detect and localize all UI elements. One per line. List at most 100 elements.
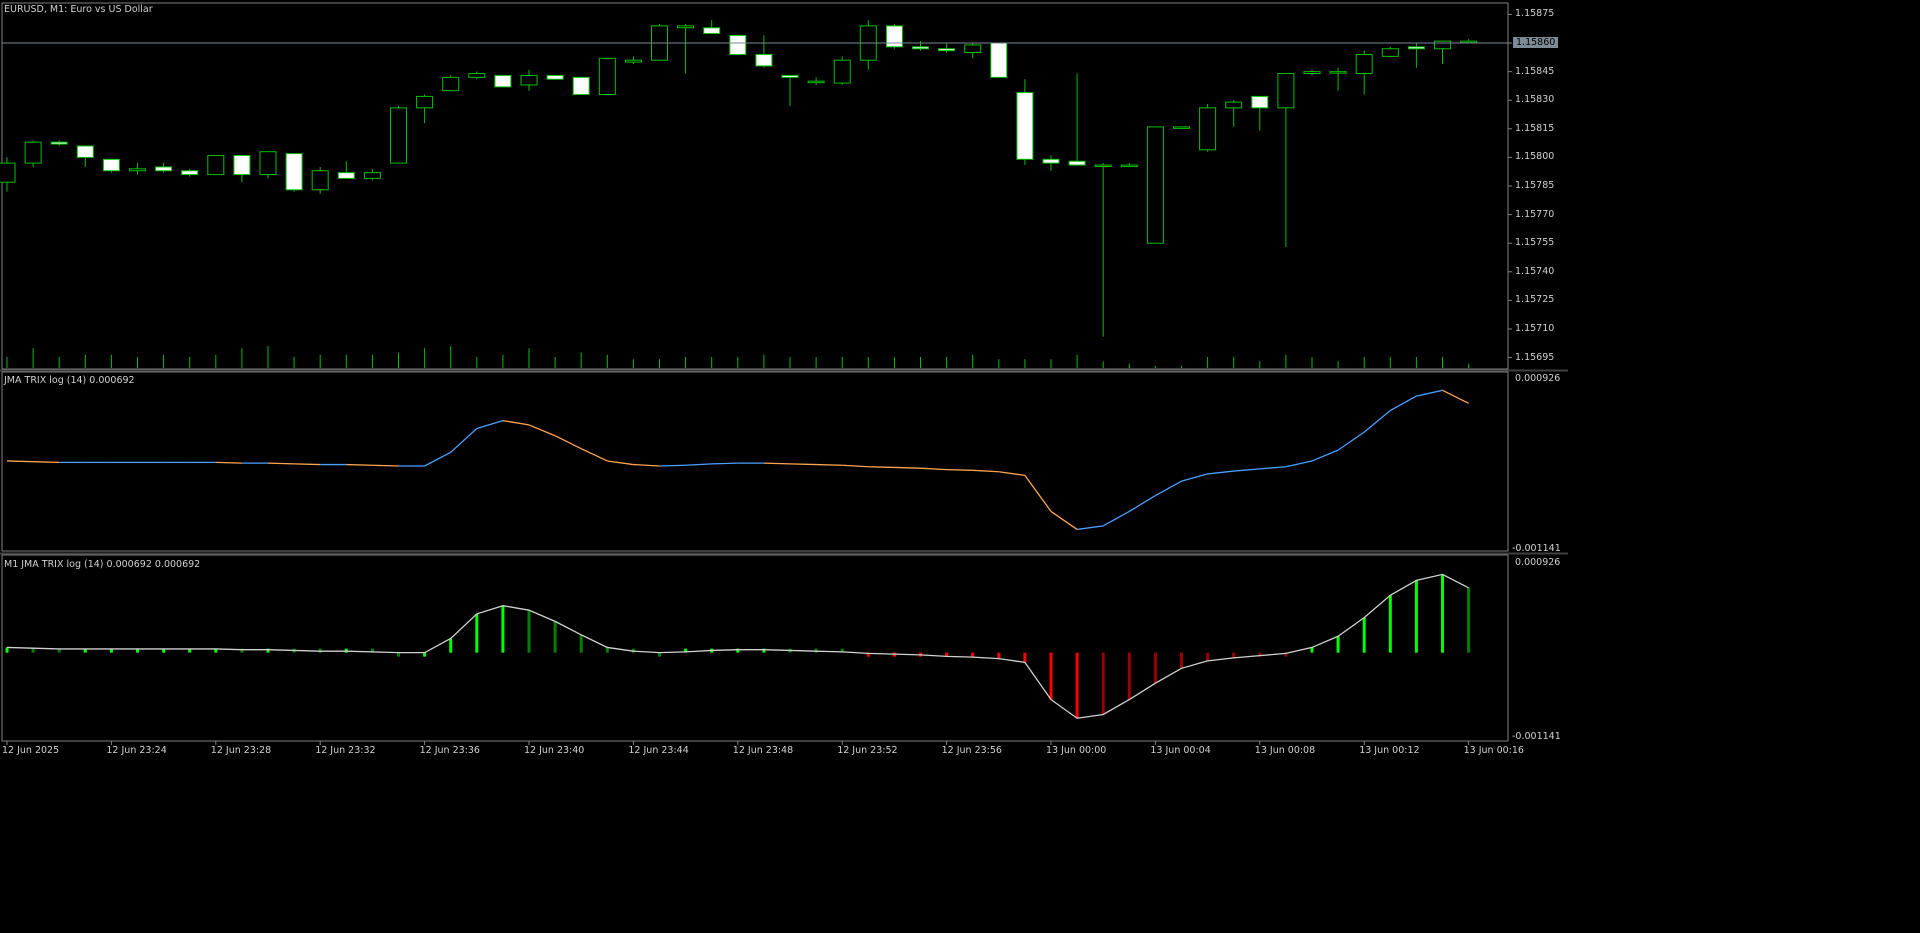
- trix-segment: [659, 464, 686, 467]
- candle-body: [546, 74, 564, 80]
- candle-body: [729, 34, 747, 55]
- price-tick-label: 1.15800: [1515, 151, 1555, 163]
- candle-body: [1016, 92, 1034, 160]
- candle-body: [912, 46, 929, 50]
- price-tick-label: 1.15830: [1515, 94, 1555, 106]
- time-tick-label: 12 Jun 23:44: [628, 745, 689, 756]
- histogram-bar: [553, 621, 557, 653]
- candle-body: [1407, 46, 1425, 50]
- candle-body: [677, 25, 695, 29]
- histogram-bar: [1336, 636, 1340, 653]
- candle-body: [0, 162, 16, 183]
- histogram-bar: [449, 638, 453, 653]
- histogram-bar: [475, 613, 479, 653]
- candle-body: [259, 151, 277, 176]
- price-tick-label: 1.15725: [1515, 294, 1555, 306]
- price-tick-label: 1.15695: [1515, 351, 1555, 363]
- price-tick-label: 1.15875: [1515, 8, 1555, 20]
- price-tick-label: 1.15845: [1515, 65, 1555, 77]
- candle-body: [337, 172, 355, 179]
- candle-body: [181, 170, 199, 176]
- chart-window: EURUSD, M1: Euro vs US Dollar JMA TRIX l…: [0, 0, 1568, 762]
- histogram-bar: [1362, 617, 1366, 653]
- candle-body: [1381, 48, 1399, 57]
- candle-body: [624, 59, 642, 63]
- candle-body: [390, 107, 407, 164]
- candle-body: [442, 76, 460, 92]
- trix-segment: [294, 463, 321, 466]
- histogram-bar: [527, 610, 531, 653]
- trix-segment: [763, 462, 791, 465]
- price-tick-label: 1.15710: [1515, 322, 1555, 334]
- price-tick-label: 1.15740: [1515, 265, 1555, 277]
- candle-body: [885, 25, 903, 48]
- trix-segment: [868, 466, 895, 469]
- histogram-axis-top: 0.000926: [1515, 557, 1561, 568]
- time-tick-label: 13 Jun 00:12: [1359, 745, 1420, 756]
- candle-body: [1434, 40, 1451, 50]
- trix-segment: [946, 468, 973, 471]
- histogram-bar: [1388, 595, 1392, 653]
- candle-body: [363, 172, 381, 179]
- candle-body: [494, 74, 512, 88]
- time-tick-label: 12 Jun 23:36: [419, 745, 480, 756]
- trix-pane-title: JMA TRIX log (14) 0.000692: [4, 375, 135, 386]
- trix-segment: [894, 466, 921, 469]
- time-tick-label: 13 Jun 00:04: [1150, 745, 1211, 756]
- histogram-bar: [1023, 652, 1027, 663]
- candle-body: [1277, 73, 1295, 109]
- time-tick-label: 13 Jun 00:00: [1046, 745, 1107, 756]
- trix-axis-bottom: -0.001141: [1512, 543, 1561, 554]
- candle-body: [1068, 160, 1086, 166]
- candle-body: [76, 145, 94, 158]
- candle-body: [1251, 95, 1269, 109]
- candle-body: [416, 95, 434, 109]
- histogram-bar: [1101, 652, 1105, 715]
- histogram-bar: [1180, 652, 1183, 669]
- time-tick-label: 12 Jun 2025: [2, 745, 60, 756]
- current-price-label: 1.15860: [1513, 37, 1559, 49]
- price-tick-label: 1.15755: [1515, 237, 1555, 249]
- candle-body: [1199, 107, 1217, 151]
- candle-body: [572, 76, 590, 95]
- main-pane-title: EURUSD, M1: Euro vs US Dollar: [4, 4, 153, 15]
- candle-body: [233, 155, 251, 176]
- candle-body: [781, 74, 799, 78]
- trix-segment: [33, 461, 60, 464]
- histogram-bar: [1127, 652, 1131, 700]
- candle-body: [207, 155, 225, 176]
- histogram-bar: [1467, 587, 1471, 653]
- candle-body: [598, 57, 616, 95]
- time-tick-label: 12 Jun 23:48: [732, 745, 794, 756]
- histogram-bar: [997, 652, 1001, 659]
- candle-body: [1146, 126, 1164, 244]
- candle-body: [703, 27, 721, 34]
- trix-segment: [789, 463, 817, 466]
- time-tick-label: 12 Jun 23:56: [941, 745, 1002, 756]
- chart-canvas[interactable]: [0, 0, 1568, 762]
- candle-body: [1225, 101, 1243, 109]
- candle-body: [1329, 71, 1347, 74]
- time-tick-label: 12 Jun 23:28: [210, 745, 272, 756]
- price-tick-label: 1.15815: [1515, 122, 1555, 134]
- histogram-bar: [501, 605, 505, 653]
- candle-body: [468, 73, 486, 78]
- trix-segment: [346, 463, 373, 466]
- candle-body: [155, 166, 173, 172]
- histogram-bar: [1049, 652, 1053, 700]
- candle-body: [50, 141, 68, 145]
- candle-body: [1303, 71, 1321, 75]
- time-tick-label: 12 Jun 23:24: [106, 745, 167, 756]
- candle-body: [1042, 158, 1060, 164]
- histogram-bar: [1441, 574, 1444, 653]
- trix-segment: [816, 463, 843, 466]
- trix-axis-top: 0.000926: [1515, 373, 1561, 384]
- candle-body: [129, 168, 146, 172]
- candle-body: [24, 141, 42, 164]
- trix-segment: [215, 461, 242, 464]
- histogram-bar: [5, 647, 9, 653]
- histogram-bar: [1153, 652, 1157, 684]
- histogram-bar: [1414, 580, 1418, 653]
- histogram-pane-title: M1 JMA TRIX log (14) 0.000692 0.000692: [4, 559, 201, 570]
- trix-segment: [711, 462, 738, 465]
